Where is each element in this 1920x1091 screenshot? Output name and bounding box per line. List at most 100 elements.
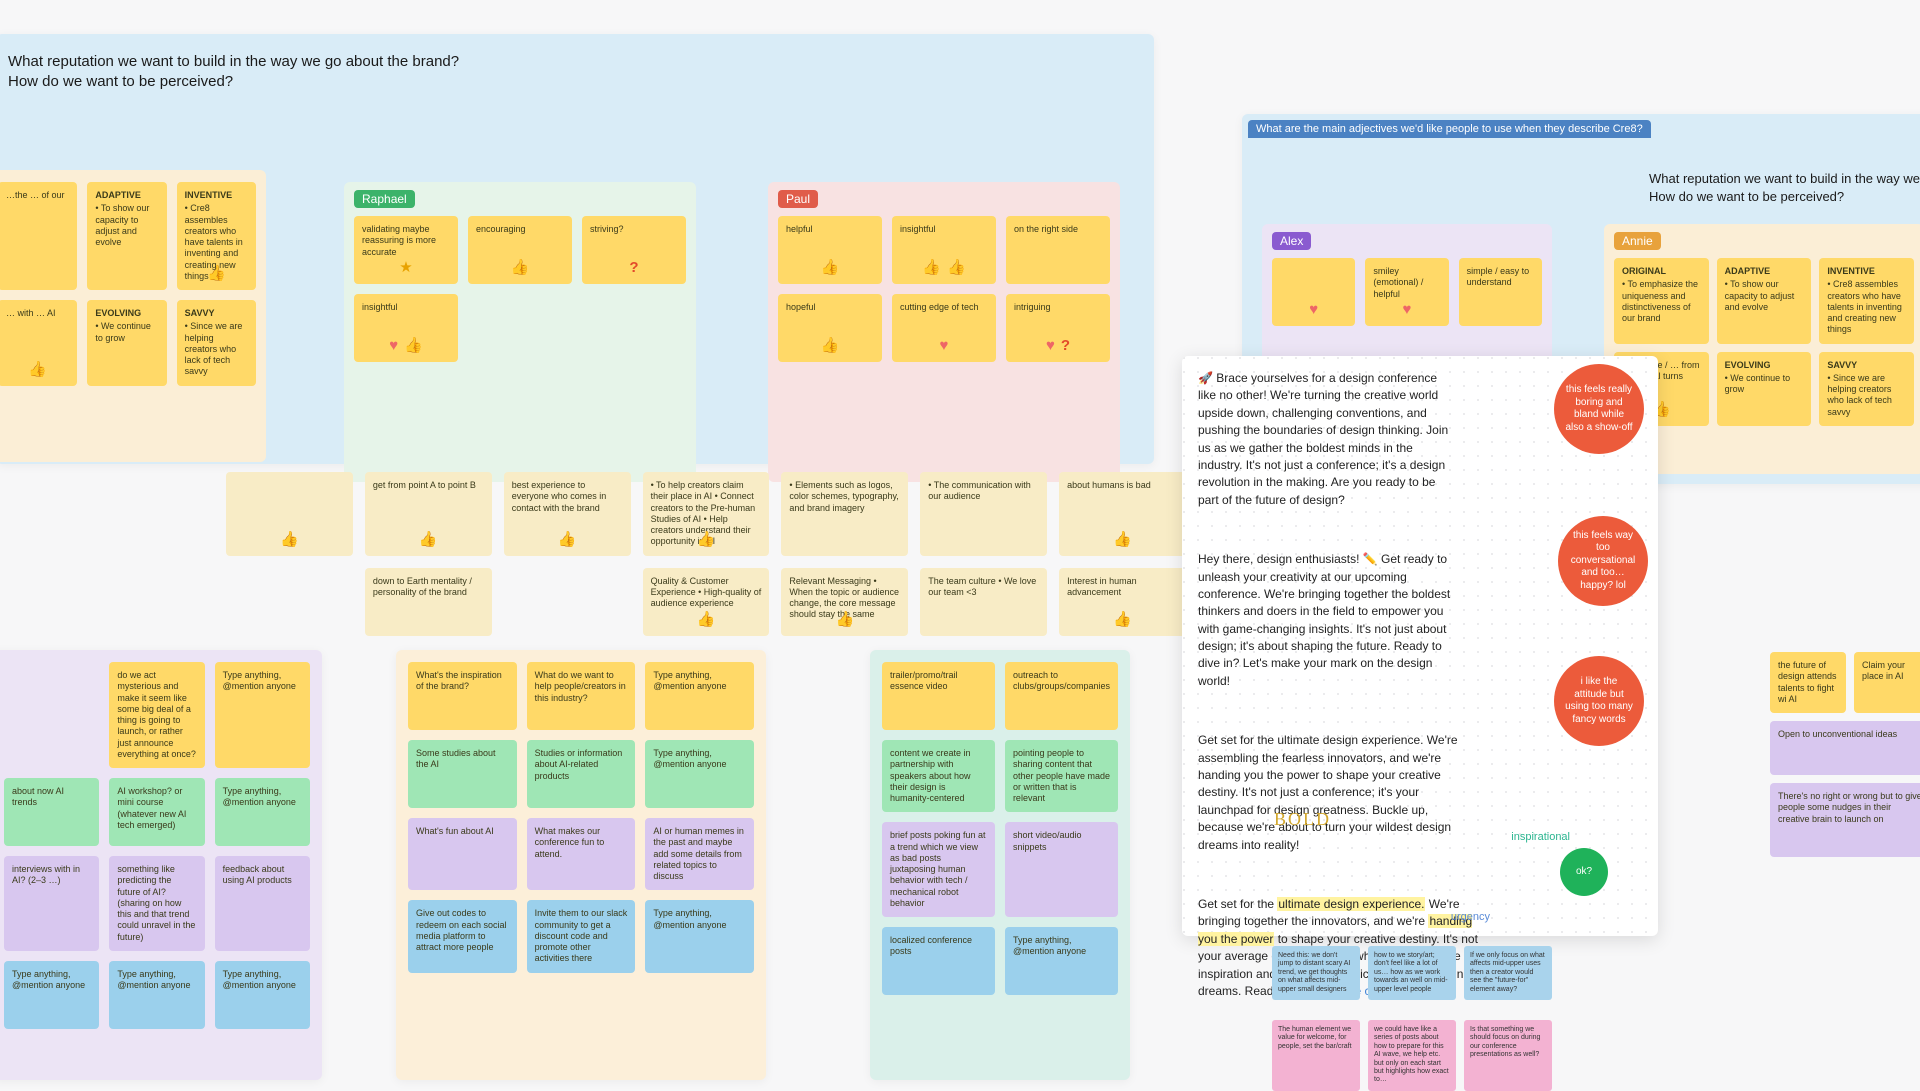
orange-panel[interactable]: What's the inspiration of the brand? Wha…	[396, 650, 766, 1080]
sticky[interactable]: feedback about using AI products	[215, 856, 310, 951]
feedback-bubble-3[interactable]: i like the attitude but using too many f…	[1554, 656, 1644, 746]
sticky[interactable]: Give out codes to redeem on each social …	[408, 900, 517, 972]
sticky[interactable]: about humans is bad👍	[1059, 472, 1186, 556]
sticky[interactable]: something like predicting the future of …	[109, 856, 204, 951]
frame-tag-paul: Paul	[778, 190, 818, 208]
thumb-icon: 👍	[1113, 611, 1132, 630]
sticky[interactable]: on the right side	[1006, 216, 1110, 284]
sticky[interactable]: smiley (emotional) / helpful ♥	[1365, 258, 1448, 326]
sticky[interactable]: SAVVY • Since we are helping creators wh…	[177, 300, 256, 386]
mini-note[interactable]: If we only focus on what affects mid-upp…	[1464, 946, 1552, 1000]
sticky[interactable]: INVENTIVE• Cre8 assembles creators who h…	[1819, 258, 1914, 344]
mini-note[interactable]: Need this: we don't jump to distant scar…	[1272, 946, 1360, 1000]
heart-icon: ♥	[1046, 337, 1055, 356]
sticky[interactable]: striving? ?	[582, 216, 686, 284]
sticky[interactable]: interviews with in AI? (2–3 …)	[4, 856, 99, 951]
sticky[interactable]: There's no right or wrong but to give pe…	[1770, 783, 1920, 857]
sticky[interactable]: cutting edge of tech ♥	[892, 294, 996, 362]
mini-note[interactable]: The human element we value for welcome, …	[1272, 1020, 1360, 1091]
sticky[interactable]: helpful 👍	[778, 216, 882, 284]
sticky[interactable]: Studies or information about AI-related …	[527, 740, 636, 808]
sticky[interactable]: What's fun about AI	[408, 818, 517, 890]
purple-panel[interactable]: do we act mysterious and make it seem li…	[0, 650, 322, 1080]
frame-alex[interactable]: Alex ♥ smiley (emotional) / helpful ♥ si…	[1262, 224, 1552, 374]
mini-note[interactable]: we could have like a series of posts abo…	[1368, 1020, 1456, 1091]
feedback-bubble-2[interactable]: this feels way too conversational and to…	[1558, 516, 1648, 606]
sticky[interactable]: 👍	[226, 472, 353, 556]
sticky[interactable]: content we create in partnership with sp…	[882, 740, 995, 812]
sticky[interactable]: trailer/promo/trail essence video	[882, 662, 995, 730]
frame-paul[interactable]: Paul helpful 👍 insightful 👍👍 on the righ…	[768, 182, 1120, 482]
sticky[interactable]: Interest in human advancement👍	[1059, 568, 1186, 636]
sticky[interactable]: The team culture • We love our team <3	[920, 568, 1047, 636]
sticky[interactable]: EVOLVING• We continue to grow	[1717, 352, 1812, 426]
right-column-notes[interactable]: the future of design attends talents to …	[1770, 652, 1920, 857]
sticky[interactable]: SAVVY• Since we are helping creators who…	[1819, 352, 1914, 426]
sticky[interactable]: • The communication with our audience	[920, 472, 1047, 556]
sticky[interactable]: down to Earth mentality / personality of…	[365, 568, 492, 636]
sticky[interactable]: INVENTIVE • Cre8 assembles creators who …	[177, 182, 256, 290]
mini-note[interactable]: Is that something we should focus on dur…	[1464, 1020, 1552, 1091]
sticky[interactable]: EVOLVING • We continue to grow	[87, 300, 166, 386]
sticky[interactable]: outreach to clubs/groups/companies	[1005, 662, 1118, 730]
sticky[interactable]: pointing people to sharing content that …	[1005, 740, 1118, 812]
sticky[interactable]: Relevant Messaging • When the topic or a…	[781, 568, 908, 636]
sticky[interactable]: Open to unconventional ideas	[1770, 721, 1920, 775]
sticky[interactable]: brief posts poking fun at a trend which …	[882, 822, 995, 917]
sticky[interactable]: Type anything, @mention anyone	[4, 961, 99, 1029]
mini-notes-blue-row[interactable]: Need this: we don't jump to distant scar…	[1272, 946, 1552, 1000]
copy-review-panel[interactable]: 🚀 Brace yourselves for a design conferen…	[1182, 356, 1658, 936]
sticky[interactable]: insightful 👍👍	[892, 216, 996, 284]
sticky[interactable]: encouraging 👍	[468, 216, 572, 284]
sticky[interactable]: about now AI trends	[4, 778, 99, 846]
sticky[interactable]: Type anything, @mention anyone	[645, 662, 754, 730]
teal-panel[interactable]: trailer/promo/trail essence video outrea…	[870, 650, 1130, 1080]
sticky[interactable]: get from point A to point B👍	[365, 472, 492, 556]
sticky[interactable]: • Elements such as logos, color schemes,…	[781, 472, 908, 556]
sticky[interactable]: short video/audio snippets	[1005, 822, 1118, 917]
sticky[interactable]: AI workshop? or mini course (whatever ne…	[109, 778, 204, 846]
sticky[interactable]: intriguing ♥?	[1006, 294, 1110, 362]
thumb-icon: 👍	[697, 531, 716, 550]
sticky[interactable]: • To help creators claim their place in …	[643, 472, 770, 556]
sticky[interactable]: ADAPTIVE • To show our capacity to adjus…	[87, 182, 166, 290]
mini-note[interactable]: how to we story/art; don't feel like a l…	[1368, 946, 1456, 1000]
sticky[interactable]: Quality & Customer Experience • High-qua…	[643, 568, 770, 636]
feedback-bubble-1[interactable]: this feels really boring and bland while…	[1554, 364, 1644, 454]
sticky[interactable]: Invite them to our slack community to ge…	[527, 900, 636, 972]
sticky[interactable]: the future of design attends talents to …	[1770, 652, 1846, 713]
sticky[interactable]: AI or human memes in the past and maybe …	[645, 818, 754, 890]
sticky[interactable]: simple / easy to understand	[1459, 258, 1542, 326]
sticky[interactable]: Some studies about the AI	[408, 740, 517, 808]
sticky[interactable]: What's the inspiration of the brand?	[408, 662, 517, 730]
sticky[interactable]: Type anything, @mention anyone	[215, 778, 310, 846]
sticky[interactable]: … with … AI 👍	[0, 300, 77, 386]
board-left[interactable]: What reputation we want to build in the …	[0, 34, 1154, 464]
sticky[interactable]: localized conference posts	[882, 927, 995, 995]
sticky[interactable]: Claim your place in AI	[1854, 652, 1920, 713]
sticky[interactable]: Type anything, @mention anyone	[645, 740, 754, 808]
sticky[interactable]: Type anything, @mention anyone	[1005, 927, 1118, 995]
sticky[interactable]: ADAPTIVE• To show our capacity to adjust…	[1717, 258, 1812, 344]
sticky[interactable]: insightful ♥ 👍	[354, 294, 458, 362]
sticky[interactable]: ♥	[1272, 258, 1355, 326]
sticky[interactable]: Type anything, @mention anyone	[215, 662, 310, 768]
sticky[interactable]: Type anything, @mention anyone	[109, 961, 204, 1029]
sticky[interactable]: Type anything, @mention anyone	[645, 900, 754, 972]
sticky[interactable]: Type anything, @mention anyone	[215, 961, 310, 1029]
sticky[interactable]: What makes our conference fun to attend.	[527, 818, 636, 890]
frame-raphael[interactable]: Raphael validating maybe reassuring is m…	[344, 182, 696, 482]
frame-orange-left[interactable]: …the … of our ADAPTIVE • To show our cap…	[0, 170, 266, 462]
frame-tag-raphael: Raphael	[354, 190, 415, 208]
thumb-icon: 👍	[207, 265, 226, 284]
feedback-bubble-ok[interactable]: ok?	[1560, 848, 1608, 896]
sticky[interactable]: …the … of our	[0, 182, 77, 290]
sticky[interactable]: best experience to everyone who comes in…	[504, 472, 631, 556]
sticky[interactable]: ORIGINAL• To emphasize the uniqueness an…	[1614, 258, 1709, 344]
sticky[interactable]: do we act mysterious and make it seem li…	[109, 662, 204, 768]
sticky[interactable]: hopeful 👍	[778, 294, 882, 362]
mini-notes-pink-row[interactable]: The human element we value for welcome, …	[1272, 1020, 1552, 1091]
sticky[interactable]: validating maybe reassuring is more accu…	[354, 216, 458, 284]
sticky[interactable]: What do we want to help people/creators …	[527, 662, 636, 730]
mid-row-notes-board[interactable]: 👍 get from point A to point B👍 best expe…	[226, 472, 1186, 642]
